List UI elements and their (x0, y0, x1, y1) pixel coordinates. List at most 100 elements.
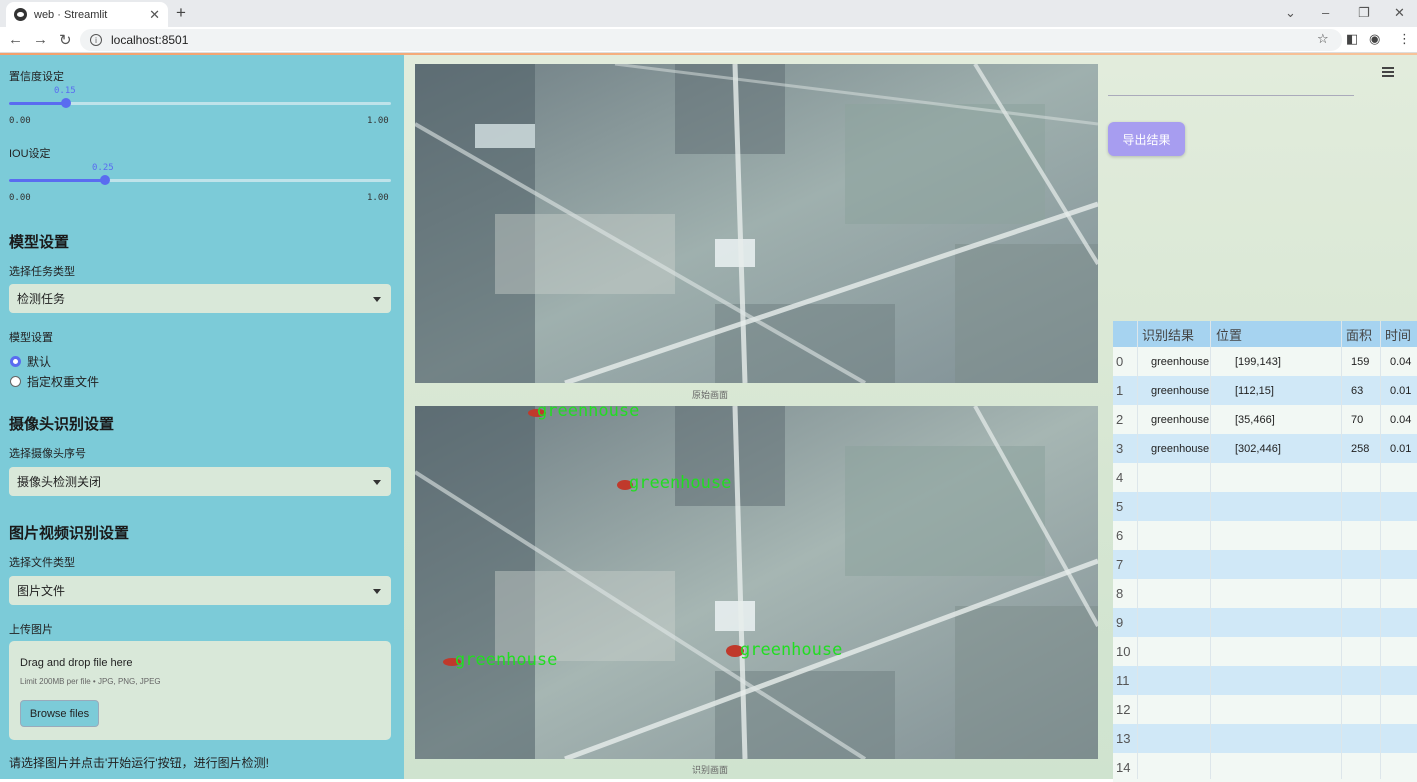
run-hint: 请选择图片并点击'开始运行'按钮，进行图片检测! (9, 756, 269, 770)
browse-files-button[interactable]: Browse files (20, 700, 99, 727)
model-section-title: 模型设置 (9, 234, 70, 251)
table-row[interactable]: 11 (1113, 666, 1417, 695)
table-row[interactable]: 5 (1113, 492, 1417, 521)
cell-area: 258 (1351, 442, 1370, 455)
export-results-button[interactable]: 导出结果 (1108, 122, 1185, 156)
bookmark-star-icon[interactable]: ☆ (1317, 31, 1329, 47)
iou-slider[interactable] (9, 175, 391, 185)
browser-menu-icon[interactable]: ⋮ (1398, 31, 1411, 47)
streamlit-favicon-icon (14, 8, 27, 21)
browser-tab[interactable]: web · Streamlit ✕ (6, 2, 168, 27)
minimize-icon[interactable]: – (1322, 5, 1329, 20)
task-type-select[interactable]: 检测任务 (9, 284, 391, 313)
radio-default[interactable]: 默认 (10, 353, 51, 370)
camera-section-title: 摄像头识别设置 (9, 416, 115, 433)
cell-position: [35,466] (1235, 413, 1275, 426)
filetype-select-value: 图片文件 (17, 584, 66, 598)
conf-max: 1.00 (367, 116, 389, 126)
conf-min: 0.00 (9, 116, 31, 126)
restore-icon[interactable]: ❐ (1358, 5, 1370, 21)
chevron-down-icon (373, 297, 381, 302)
reload-icon[interactable]: ↻ (59, 31, 72, 49)
cell-time: 0.01 (1390, 384, 1412, 397)
close-tab-icon[interactable]: ✕ (149, 7, 160, 23)
iou-min: 0.00 (9, 193, 31, 203)
iou-slider-value: 0.25 (92, 163, 114, 173)
table-row[interactable]: 3 greenhouse [302,446] 258 0.01 (1113, 434, 1417, 463)
detection-label: greenhouse (537, 406, 639, 421)
address-bar-row: ← → ↻ i localhost:8501 (0, 27, 1417, 53)
hamburger-menu-icon[interactable] (1382, 67, 1394, 79)
table-row[interactable]: 9 (1113, 608, 1417, 637)
chevron-down-icon (373, 480, 381, 485)
tab-title: web · Streamlit (34, 8, 108, 21)
table-row[interactable]: 6 (1113, 521, 1417, 550)
cell-time: 0.04 (1390, 355, 1412, 368)
table-row[interactable]: 1 greenhouse [112,15] 63 0.01 (1113, 376, 1417, 405)
iou-max: 1.00 (367, 193, 389, 203)
cell-result: greenhouse (1151, 384, 1210, 397)
cell-position: [199,143] (1235, 355, 1281, 368)
conf-slider-value: 0.15 (54, 86, 76, 96)
original-caption: 原始画面 (692, 390, 729, 400)
conf-slider-fill (9, 102, 66, 105)
table-row[interactable]: 0 greenhouse [199,143] 159 0.04 (1113, 347, 1417, 376)
cell-area: 159 (1351, 355, 1370, 368)
table-row[interactable]: 7 (1113, 550, 1417, 579)
table-header: 识别结果 位置 面积 时间 (1113, 321, 1417, 347)
dropzone-title: Drag and drop file here (20, 657, 133, 669)
media-section-title: 图片视频识别设置 (9, 525, 130, 542)
header-result: 识别结果 (1142, 327, 1195, 343)
profile-icon[interactable]: ◉ (1369, 31, 1380, 47)
row-index: 6 (1116, 528, 1124, 543)
close-window-icon[interactable]: ✕ (1394, 5, 1405, 21)
radio-custom-weights-label: 指定权重文件 (27, 375, 100, 389)
cell-area: 70 (1351, 413, 1364, 426)
back-icon[interactable]: ← (8, 31, 23, 48)
row-index: 2 (1116, 412, 1124, 427)
header-area: 面积 (1346, 327, 1373, 343)
result-caption: 识别画面 (692, 765, 729, 775)
conf-slider[interactable] (9, 98, 391, 108)
side-panel-icon[interactable]: ◧ (1346, 31, 1358, 47)
table-row[interactable]: 10 (1113, 637, 1417, 666)
detection-label: greenhouse (740, 640, 842, 660)
tab-search-icon[interactable]: ⌄ (1285, 5, 1296, 21)
filetype-select[interactable]: 图片文件 (9, 576, 391, 605)
row-index: 4 (1116, 470, 1124, 485)
table-row[interactable]: 14 (1113, 753, 1417, 782)
header-position: 位置 (1216, 327, 1243, 343)
iou-slider-fill (9, 179, 105, 182)
task-type-label: 选择任务类型 (9, 266, 75, 278)
table-row[interactable]: 4 (1113, 463, 1417, 492)
conf-slider-thumb[interactable] (61, 98, 71, 108)
forward-icon[interactable]: → (33, 31, 48, 48)
url-field[interactable]: i localhost:8501 (80, 29, 1342, 51)
new-tab-icon[interactable]: + (176, 3, 186, 23)
filetype-label: 选择文件类型 (9, 557, 75, 569)
upload-label: 上传图片 (9, 624, 53, 636)
row-index: 9 (1116, 615, 1124, 630)
table-row[interactable]: 13 (1113, 724, 1417, 753)
cell-time: 0.01 (1390, 442, 1412, 455)
row-index: 12 (1116, 702, 1131, 717)
site-info-icon[interactable]: i (90, 34, 102, 46)
table-row[interactable]: 2 greenhouse [35,466] 70 0.04 (1113, 405, 1417, 434)
divider (1108, 95, 1354, 96)
sidebar: 置信度设定 0.15 0.00 1.00 IOU设定 0.25 0.00 1.0… (0, 55, 404, 779)
detection-label: greenhouse (455, 650, 557, 670)
cell-time: 0.04 (1390, 413, 1412, 426)
table-row[interactable]: 12 (1113, 695, 1417, 724)
conf-label: 置信度设定 (9, 71, 64, 83)
iou-slider-thumb[interactable] (100, 175, 110, 185)
cell-result: greenhouse (1151, 413, 1210, 426)
main-area: 原始画面 greenhouse greenhouse greenhouse gr… (404, 55, 1417, 782)
row-index: 3 (1116, 441, 1124, 456)
cell-position: [112,15] (1235, 384, 1274, 397)
file-dropzone[interactable]: Drag and drop file here Limit 200MB per … (9, 641, 391, 740)
row-index: 10 (1116, 644, 1131, 659)
original-image (415, 64, 1098, 383)
table-row[interactable]: 8 (1113, 579, 1417, 608)
camera-select[interactable]: 摄像头检测关闭 (9, 467, 391, 496)
radio-custom-weights[interactable]: 指定权重文件 (10, 373, 99, 390)
